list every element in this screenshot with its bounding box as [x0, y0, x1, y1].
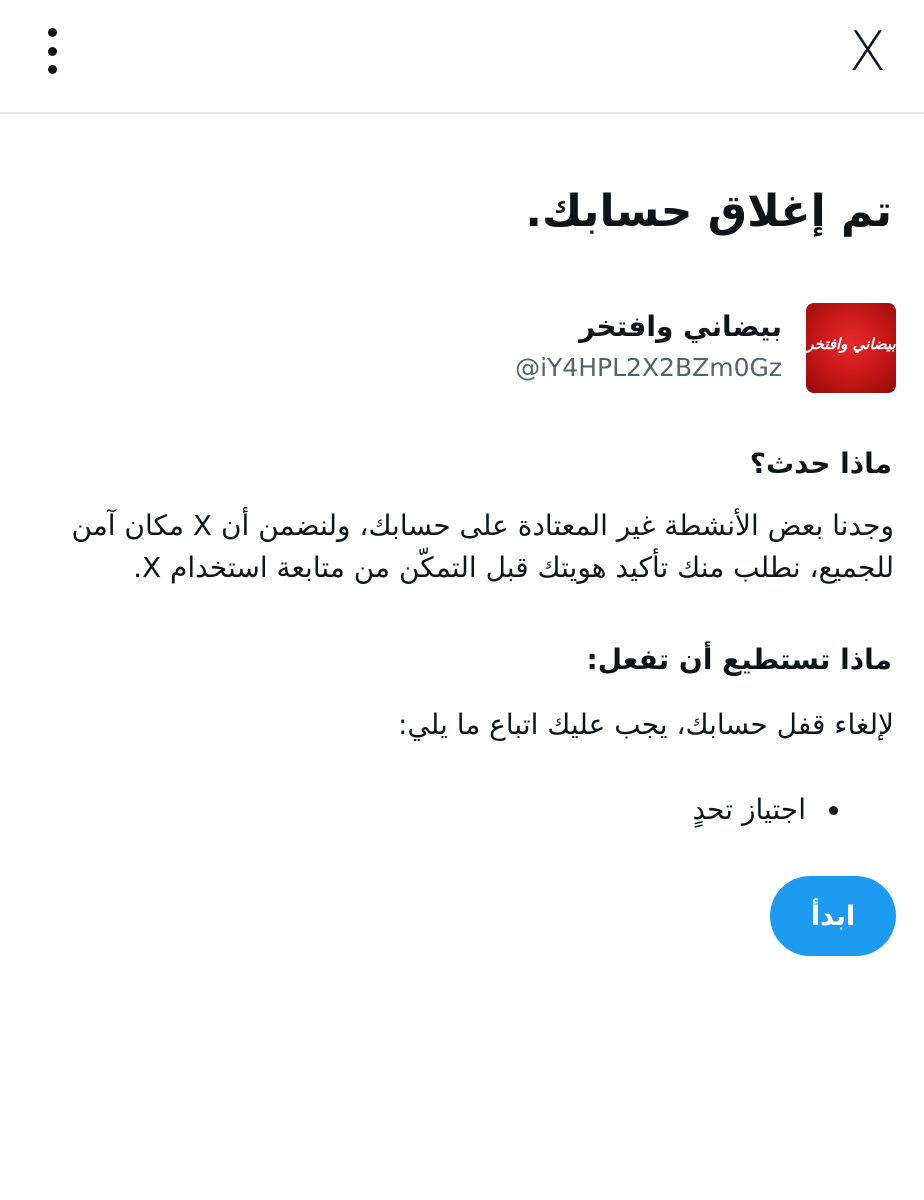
x-logo: X — [849, 20, 886, 83]
unlock-steps-list: اجتياز تحدٍ — [58, 790, 838, 830]
more-vertical-icon[interactable] — [36, 28, 68, 74]
page-title: تم إغلاق حسابك. — [525, 186, 892, 237]
top-bar: X — [0, 0, 924, 114]
avatar-text: بيضاني وافتخر — [806, 335, 896, 353]
what-happened-body: وجدنا بعض الأنشطة غير المعتادة على حسابك… — [71, 509, 894, 584]
what-happened-heading: ماذا حدث؟ — [749, 447, 892, 480]
unlock-instructions: لإلغاء قفل حسابك، يجب عليك اتباع ما يلي: — [397, 708, 894, 741]
account-handle: @iY4HPL2X2BZm0Gz — [515, 353, 782, 382]
list-item: اجتياز تحدٍ — [58, 790, 838, 830]
start-button[interactable]: ابدأ — [770, 876, 896, 956]
display-name: بيضاني وافتخر — [579, 310, 782, 343]
avatar: بيضاني وافتخر — [806, 303, 896, 393]
account-profile: بيضاني وافتخر بيضاني وافتخر @iY4HPL2X2BZ… — [26, 303, 896, 395]
what-you-can-do-heading: ماذا تستطيع أن تفعل: — [586, 643, 892, 676]
